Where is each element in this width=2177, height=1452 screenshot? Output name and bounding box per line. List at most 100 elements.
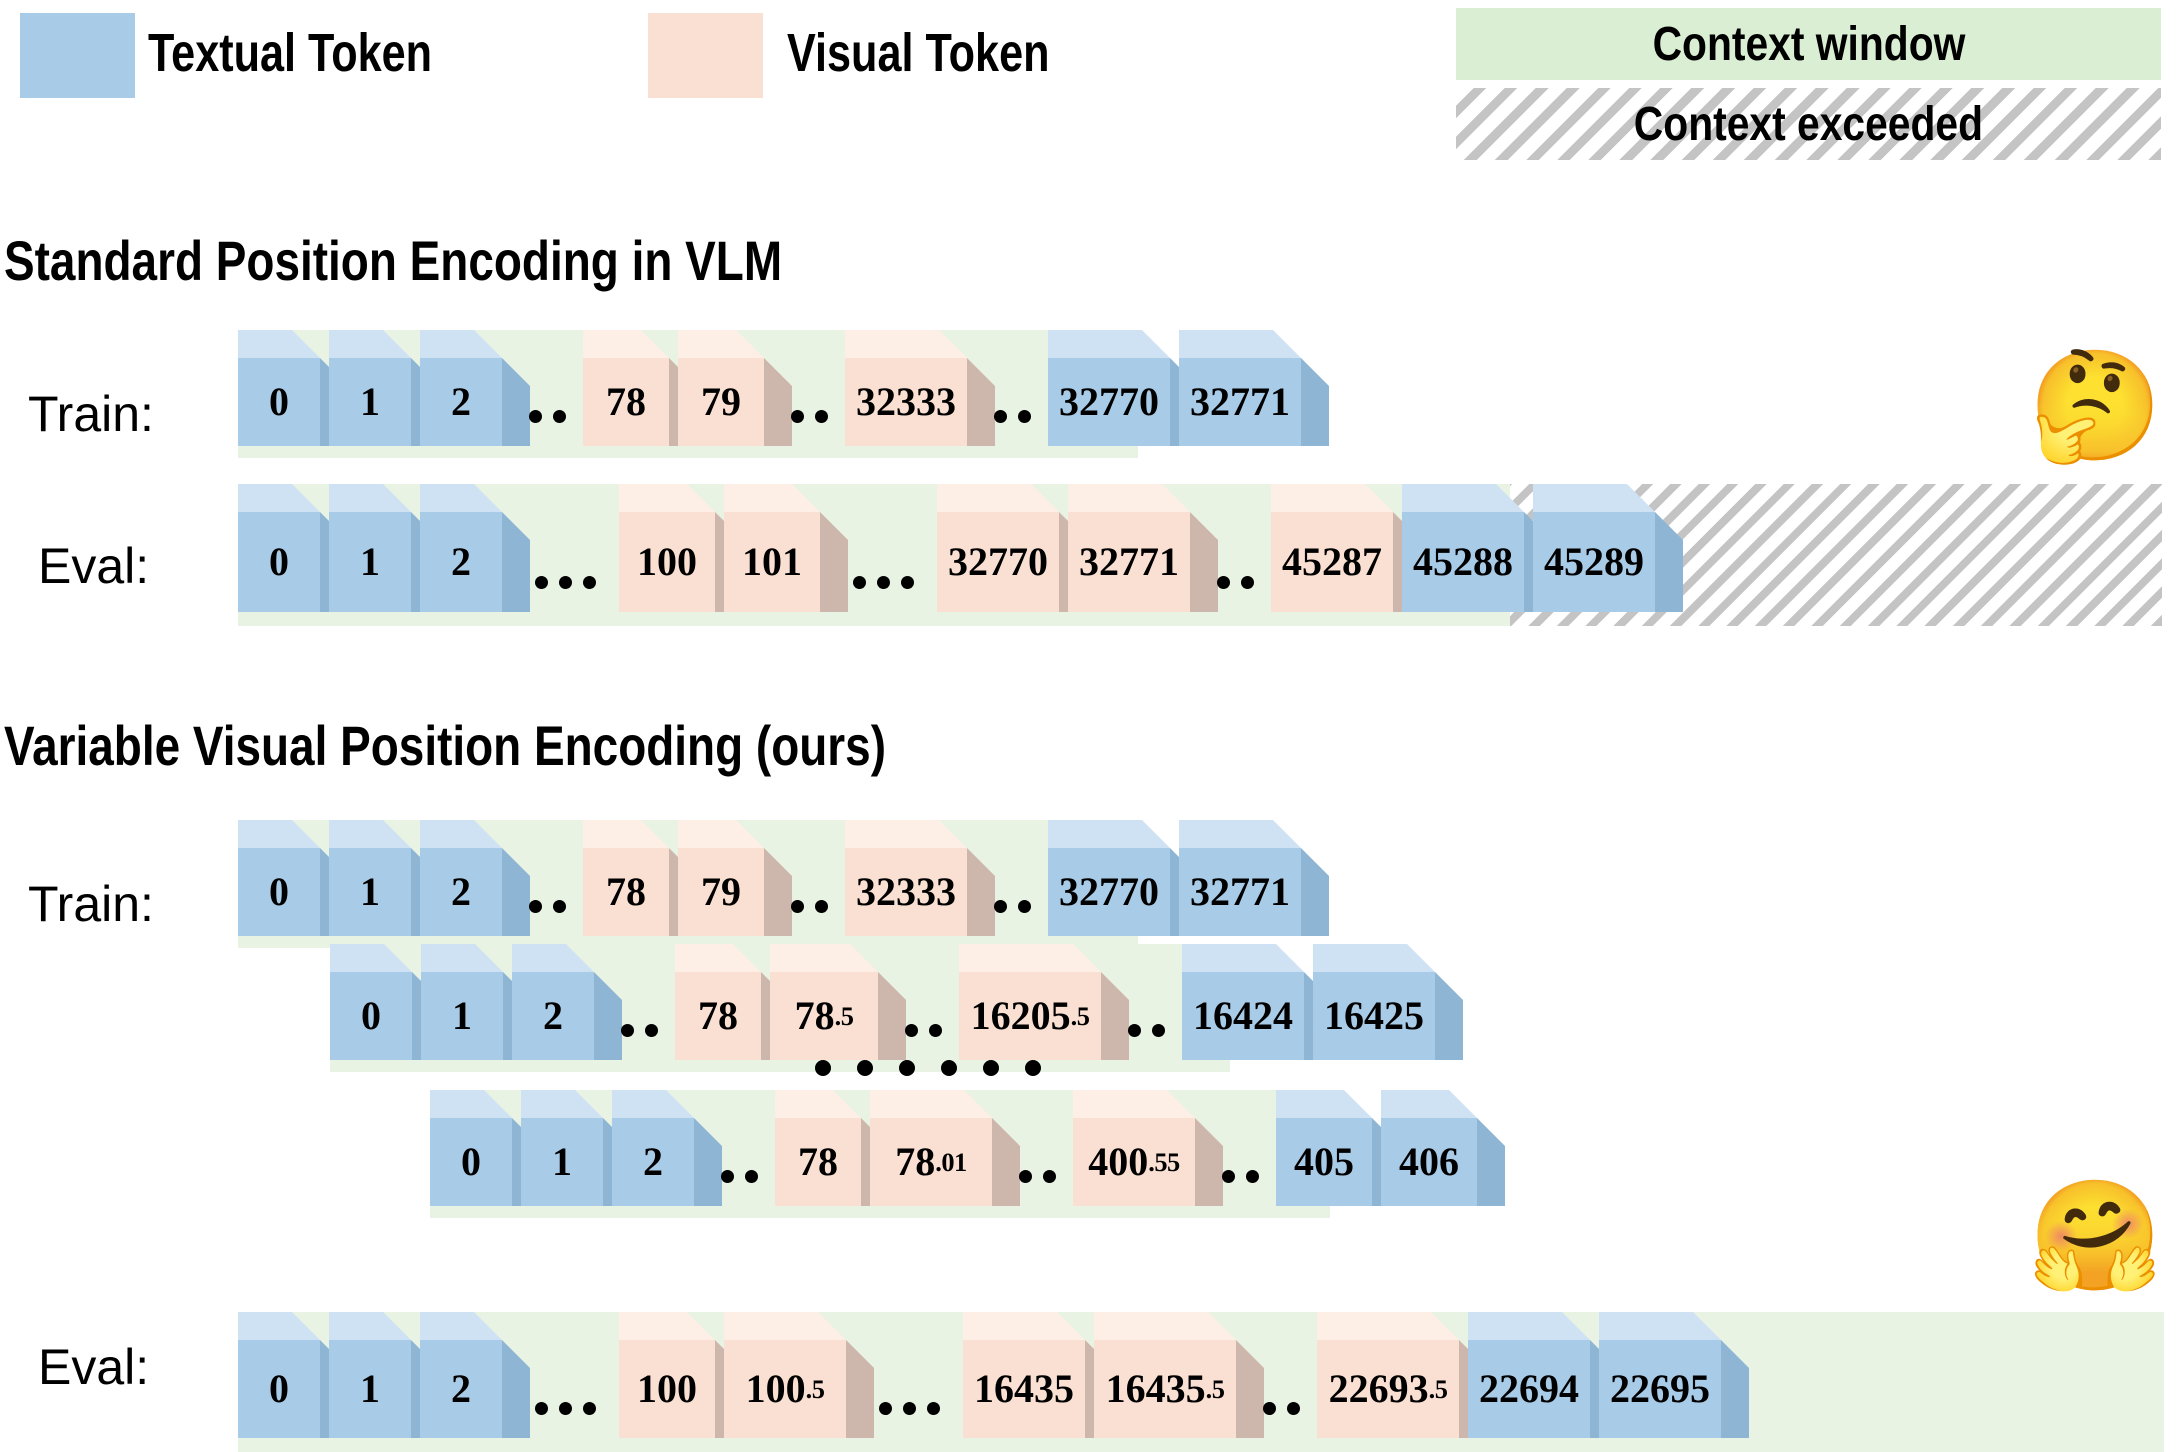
cube-value-label: 16425: [1313, 972, 1435, 1060]
cube-side-facet: [846, 1340, 874, 1438]
textual-token-cube: 16424: [1182, 944, 1332, 1060]
cube-value-label: 32771: [1179, 358, 1301, 446]
hugging-face-icon: 🤗: [2028, 1175, 2163, 1296]
cube-value-label: 2: [420, 848, 502, 936]
cube-value-label: 22694: [1468, 1340, 1590, 1438]
cube-value-label: 100: [619, 512, 715, 612]
legend: Textual Token Visual Token Context windo…: [0, 0, 2177, 215]
cube-top-facet: [678, 820, 764, 848]
cube-top-facet: [1313, 944, 1435, 972]
ellipsis-dots: [703, 1166, 775, 1186]
cube-top-facet: [1182, 944, 1304, 972]
visual-token-cube: 79: [678, 330, 792, 446]
ellipsis-dots: [511, 406, 583, 426]
cube-top-facet: [1048, 330, 1170, 358]
textual-token-cube: 2: [420, 330, 530, 446]
cube-top-facet: [420, 330, 502, 358]
cube-top-facet: [420, 820, 502, 848]
cube-side-facet: [820, 512, 848, 612]
cube-top-facet: [1094, 1312, 1236, 1340]
cube-value-label: 0: [330, 972, 412, 1060]
cube-value-label: 78: [675, 972, 761, 1060]
textual-token-cube: 1: [329, 330, 439, 446]
cube-top-facet: [329, 1312, 411, 1340]
textual-token-cube: 2: [420, 820, 530, 936]
row-label-eval-ours: Eval:: [38, 1339, 150, 1395]
cube-side-facet: [967, 358, 995, 446]
textual-token-cube: 32771: [1179, 330, 1329, 446]
cube-side-facet: [967, 848, 995, 936]
cube-value-label: 405: [1276, 1118, 1372, 1206]
legend-label-textual-token: Textual Token: [148, 23, 433, 83]
cube-side-facet: [1477, 1118, 1505, 1206]
cube-top-facet: [1179, 820, 1301, 848]
cube-side-facet: [502, 512, 530, 612]
cube-top-facet: [963, 1312, 1085, 1340]
cube-value-label: 1: [329, 848, 411, 936]
cube-top-facet: [959, 944, 1101, 972]
cube-top-facet: [330, 944, 412, 972]
cube-side-facet: [764, 848, 792, 936]
textual-token-cube: 32771: [1179, 820, 1329, 936]
cube-top-facet: [430, 1090, 512, 1118]
legend-label-context-exceeded: Context exceeded: [1633, 97, 1984, 151]
cube-top-facet: [583, 330, 669, 358]
cube-top-facet: [612, 1090, 694, 1118]
vertical-ellipsis-dot: [899, 1060, 915, 1076]
textual-token-cube: 1: [329, 820, 439, 936]
ellipsis-dots: [976, 406, 1048, 426]
ellipsis-dots: [1204, 1166, 1276, 1186]
visual-token-cube: 32333: [845, 330, 995, 446]
cube-top-facet: [724, 484, 820, 512]
cube-top-facet: [329, 820, 411, 848]
visual-token-cube: 78: [775, 1090, 889, 1206]
cube-top-facet: [675, 944, 761, 972]
cube-value-label: 2: [612, 1118, 694, 1206]
cube-value-label: 2: [420, 1340, 502, 1438]
textual-token-cube: 0: [330, 944, 440, 1060]
textual-token-cube: 32770: [1048, 820, 1198, 936]
cube-top-facet: [619, 484, 715, 512]
cube-value-label: 1: [421, 972, 503, 1060]
cube-value-label: 78.01: [870, 1118, 992, 1206]
section-title-standard: Standard Position Encoding in VLM: [4, 229, 783, 292]
ellipsis-dots: [829, 572, 937, 592]
ellipsis-dots: [1199, 572, 1271, 592]
visual-token-cube: 78.01: [870, 1090, 1020, 1206]
cube-side-facet: [1435, 972, 1463, 1060]
row-label-train-standard: Train:: [28, 386, 154, 442]
cube-value-fraction: .01: [935, 1146, 967, 1177]
ellipsis-dots: [511, 1398, 619, 1418]
cube-side-facet: [502, 848, 530, 936]
row-label-train-ours: Train:: [28, 876, 154, 932]
textual-token-cube: 22695: [1599, 1312, 1749, 1438]
cube-side-facet: [694, 1118, 722, 1206]
visual-token-cube: 100.5: [724, 1312, 874, 1438]
ellipsis-dots: [603, 1020, 675, 1040]
cube-top-facet: [1048, 820, 1170, 848]
cube-value-label: 32770: [1048, 848, 1170, 936]
textual-token-cube: 45289: [1533, 484, 1683, 612]
cube-side-facet: [1101, 972, 1129, 1060]
vertical-ellipsis-dot: [857, 1060, 873, 1076]
cube-value-label: 32770: [937, 512, 1059, 612]
cube-value-fraction: .5: [834, 1000, 854, 1031]
cube-top-facet: [1073, 1090, 1195, 1118]
cube-value-label: 2: [512, 972, 594, 1060]
cube-top-facet: [521, 1090, 603, 1118]
cube-top-facet: [420, 1312, 502, 1340]
visual-token-cube: 16435.5: [1094, 1312, 1264, 1438]
cube-top-facet: [775, 1090, 861, 1118]
textual-token-cube: 0: [238, 820, 348, 936]
textual-token-cube: 0: [238, 484, 348, 612]
cube-side-facet: [878, 972, 906, 1060]
cube-value-label: 32771: [1068, 512, 1190, 612]
cube-top-facet: [238, 484, 320, 512]
cube-top-facet: [238, 330, 320, 358]
cube-value-label: 1: [329, 1340, 411, 1438]
cube-top-facet: [1599, 1312, 1721, 1340]
ellipsis-dots: [1110, 1020, 1182, 1040]
cube-top-facet: [1381, 1090, 1477, 1118]
cube-top-facet: [238, 820, 320, 848]
vertical-ellipsis-dot: [815, 1060, 831, 1076]
